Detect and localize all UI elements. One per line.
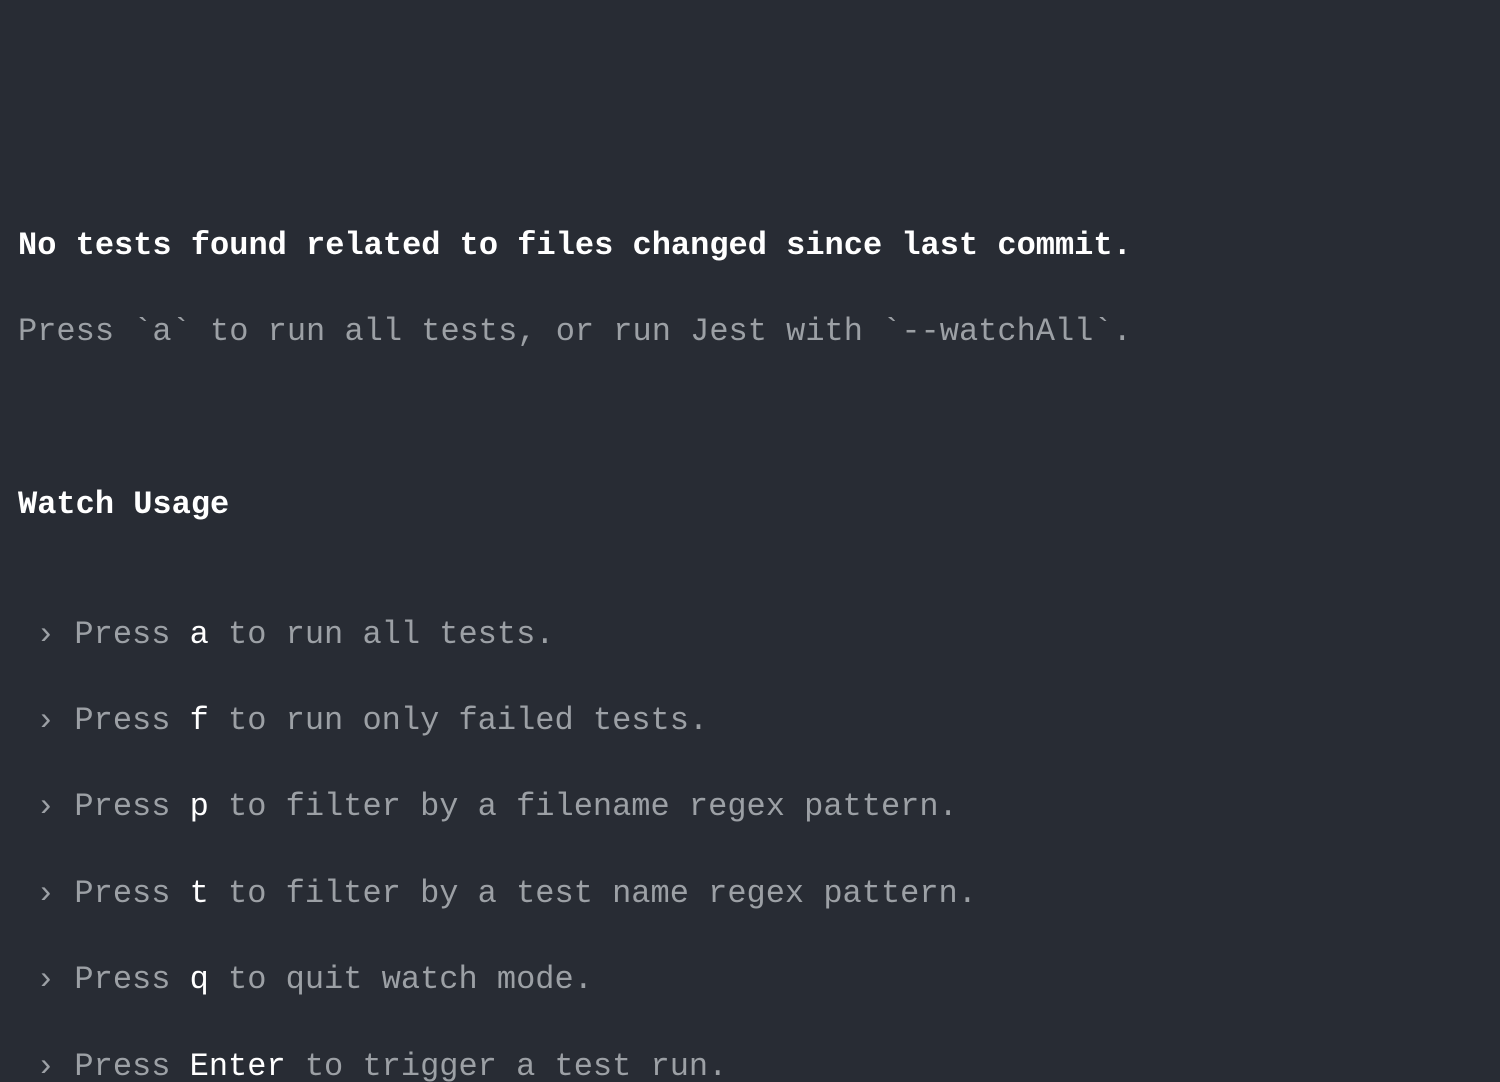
backtick-close-2: ` <box>1093 313 1112 350</box>
chevron-icon: › <box>36 875 55 912</box>
usage-item-q: › Press q to quit watch mode. <box>36 958 1482 1001</box>
press-label: Press <box>74 1048 189 1082</box>
key-p: p <box>190 788 209 825</box>
hint-mid: to run all tests, or run Jest with <box>191 313 882 350</box>
usage-item-a: › Press a to run all tests. <box>36 613 1482 656</box>
key-a: a <box>190 616 209 653</box>
chevron-icon: › <box>36 788 55 825</box>
chevron-icon: › <box>36 616 55 653</box>
key-f: f <box>190 702 209 739</box>
backtick-open-2: ` <box>882 313 901 350</box>
desc-t: to filter by a test name regex pattern. <box>209 875 977 912</box>
hint-line: Press `a` to run all tests, or run Jest … <box>18 310 1482 353</box>
press-label: Press <box>74 788 189 825</box>
usage-item-f: › Press f to run only failed tests. <box>36 699 1482 742</box>
backtick-close: ` <box>172 313 191 350</box>
hint-prefix: Press <box>18 313 133 350</box>
watch-usage-title: Watch Usage <box>18 483 1482 526</box>
usage-item-t: › Press t to filter by a test name regex… <box>36 872 1482 915</box>
desc-enter: to trigger a test run. <box>286 1048 728 1082</box>
usage-item-p: › Press p to filter by a filename regex … <box>36 785 1482 828</box>
no-tests-message: No tests found related to files changed … <box>18 224 1482 267</box>
terminal-output: No tests found related to files changed … <box>18 181 1482 1082</box>
press-label: Press <box>74 875 189 912</box>
key-t: t <box>190 875 209 912</box>
backtick-open: ` <box>133 313 152 350</box>
press-label: Press <box>74 961 189 998</box>
desc-f: to run only failed tests. <box>209 702 708 739</box>
hint-end: . <box>1113 313 1132 350</box>
chevron-icon: › <box>36 702 55 739</box>
key-enter: Enter <box>190 1048 286 1082</box>
blank-line <box>18 397 1482 440</box>
usage-item-enter: › Press Enter to trigger a test run. <box>36 1045 1482 1082</box>
desc-p: to filter by a filename regex pattern. <box>209 788 958 825</box>
desc-a: to run all tests. <box>209 616 555 653</box>
watch-usage-list: › Press a to run all tests. › Press f to… <box>18 569 1482 1082</box>
chevron-icon: › <box>36 961 55 998</box>
press-label: Press <box>74 702 189 739</box>
hint-flag: --watchAll <box>901 313 1093 350</box>
hint-key-a: a <box>152 313 171 350</box>
key-q: q <box>190 961 209 998</box>
desc-q: to quit watch mode. <box>209 961 593 998</box>
press-label: Press <box>74 616 189 653</box>
chevron-icon: › <box>36 1048 55 1082</box>
no-tests-text: No tests found related to files changed … <box>18 227 1132 264</box>
